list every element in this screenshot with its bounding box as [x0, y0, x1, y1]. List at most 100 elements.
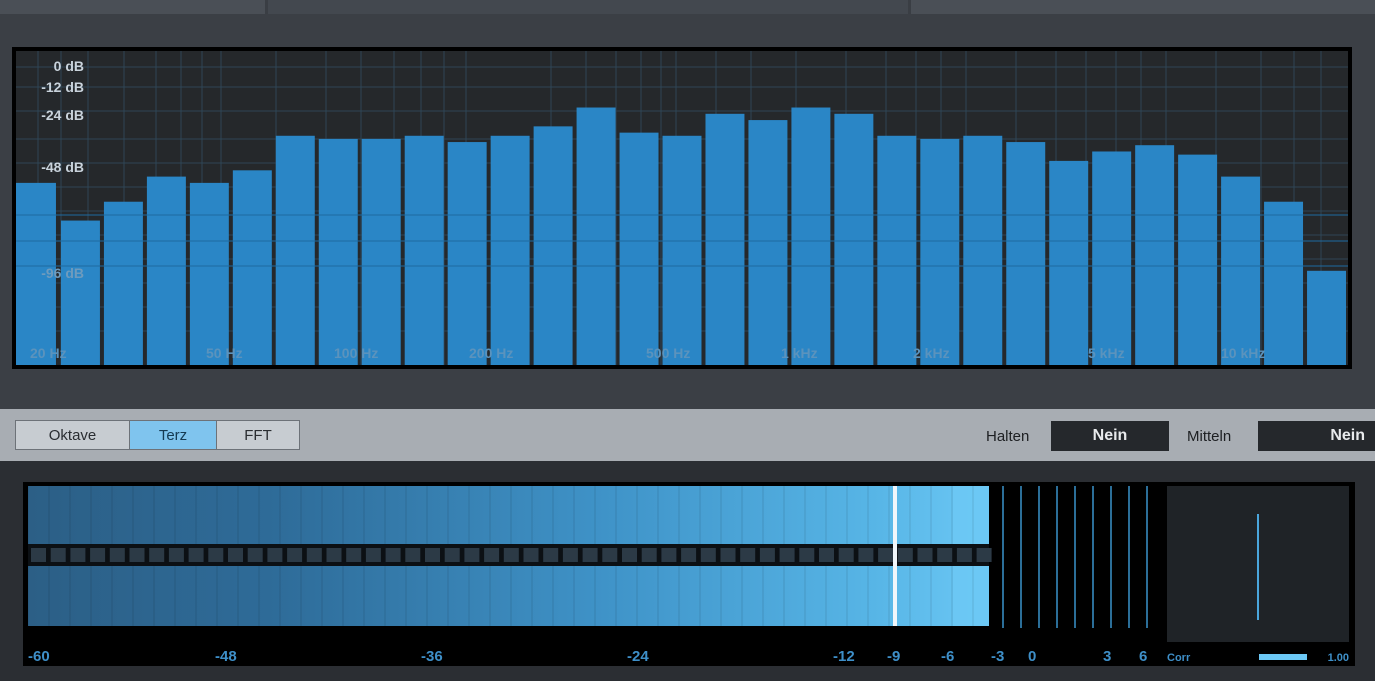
- terz-button[interactable]: Terz: [129, 420, 217, 450]
- level-meter-graph: -60 -48 -36 -24 -12 -9 -6 -3 0 3 6: [27, 486, 1148, 665]
- spectrum-bar: [791, 107, 831, 365]
- title-strip-right: [911, 0, 1375, 14]
- meter-dot: [661, 548, 677, 562]
- meter-dot: [188, 548, 204, 562]
- spectrum-bar: [576, 107, 616, 365]
- meter-dot: [267, 548, 283, 562]
- fft-button[interactable]: FFT: [216, 420, 300, 450]
- frequency-label: 1 kHz: [781, 345, 818, 361]
- spectrum-bar: [619, 132, 659, 365]
- meter-dot: [326, 548, 342, 562]
- spectrum-bar: [404, 135, 444, 365]
- analyzer-toolbar: Oktave Terz FFT Halten Nein Mitteln Nein: [0, 409, 1375, 461]
- peak-hold-marker: [893, 486, 897, 626]
- spectrum-bar: [103, 201, 143, 365]
- hold-label: Halten: [986, 428, 1030, 445]
- spectrum-bar: [1307, 270, 1346, 365]
- meter-dot: [878, 548, 894, 562]
- spectrum-bar: [1135, 145, 1175, 365]
- meter-dot: [168, 548, 184, 562]
- meter-dot: [976, 548, 992, 562]
- meter-dot: [287, 548, 303, 562]
- meter-scale-label: 3: [1103, 648, 1111, 665]
- meter-dot: [464, 548, 480, 562]
- correlation-meter: Corr 1.00: [1163, 482, 1353, 666]
- db-label: -24 dB: [41, 107, 84, 123]
- meter-dot: [759, 548, 775, 562]
- meter-dot: [700, 548, 716, 562]
- meter-dot: [425, 548, 440, 562]
- spectrum-bar: [533, 126, 573, 365]
- spectrum-bar: [662, 135, 702, 365]
- meter-dot: [562, 548, 578, 562]
- meter-dot: [208, 548, 224, 562]
- correlation-graph: Corr 1.00: [1163, 482, 1353, 666]
- meter-dot: [720, 548, 736, 562]
- meter-scale-label: -6: [941, 648, 954, 665]
- spectrum-display: 0 dB -12 dB -24 dB -48 dB -96 dB 20 Hz 50 Hz 10…: [16, 51, 1348, 365]
- meter-dot: [385, 548, 401, 562]
- meter-scale-label: -9: [887, 648, 900, 665]
- spectrum-bar: [748, 120, 788, 365]
- spectrum-bar: [361, 138, 401, 365]
- spectrum-bars: [16, 107, 1346, 365]
- spectrum-bar: [834, 113, 874, 365]
- meter-dot: [602, 548, 618, 562]
- meter-dot: [306, 548, 322, 562]
- spectrum-bar: [447, 142, 487, 365]
- meter-dot: [543, 548, 559, 562]
- correlation-value: 1.00: [1328, 652, 1349, 664]
- spectrum-bar: [490, 135, 530, 365]
- resolution-selector: Oktave Terz FFT: [15, 420, 300, 450]
- spectrum-bar: [60, 220, 100, 365]
- spectrum-bar: [232, 170, 272, 365]
- title-strip-center: [268, 0, 908, 14]
- db-label: -48 dB: [41, 159, 84, 175]
- meter-scale-label: 6: [1139, 648, 1147, 665]
- db-label: -96 dB: [41, 265, 84, 281]
- meter-dot: [346, 548, 362, 562]
- meter-dot: [50, 548, 66, 562]
- meter-dot: [799, 548, 815, 562]
- db-label: 0 dB: [54, 58, 84, 74]
- average-label: Mitteln: [1187, 428, 1232, 445]
- spectrum-bar: [1092, 151, 1132, 365]
- spectrum-bar: [318, 138, 358, 365]
- spectrum-bar: [1006, 142, 1046, 365]
- meter-dot: [444, 548, 460, 562]
- spectrum-bar: [877, 135, 917, 365]
- headroom-ticks: [1002, 486, 1148, 628]
- meter-dot: [917, 548, 933, 562]
- spectrum-bar: [920, 138, 960, 365]
- meter-dot: [838, 548, 854, 562]
- spectrum-bar: [275, 135, 315, 365]
- meter-dot: [582, 548, 598, 562]
- meter-dot: [31, 548, 46, 562]
- spectrum-graph: 0 dB -12 dB -24 dB -48 dB -96 dB 20 Hz 50 Hz 10…: [16, 51, 1348, 365]
- spectrum-bar: [189, 182, 229, 365]
- meter-dot: [129, 548, 145, 562]
- meter-dot: [484, 548, 500, 562]
- frequency-label: 20 Hz: [30, 345, 67, 361]
- level-meter: -60 -48 -36 -24 -12 -9 -6 -3 0 3 6: [23, 482, 1355, 666]
- spectrum-bar: [1264, 201, 1304, 365]
- meter-scale-label: 0: [1028, 648, 1036, 665]
- meter-dot: [956, 548, 972, 562]
- oktave-button[interactable]: Oktave: [15, 420, 130, 450]
- meter-dot: [897, 548, 913, 562]
- spectrum-bar: [705, 113, 745, 365]
- meter-scale-label: -48: [215, 648, 237, 665]
- meter-scale-label: -60: [28, 648, 50, 665]
- frequency-label: 50 Hz: [206, 345, 243, 361]
- meter-scale-label: -24: [627, 648, 649, 665]
- meter-scale-label: -36: [421, 648, 443, 665]
- spectrum-bar: [1049, 160, 1089, 365]
- frequency-label: 500 Hz: [646, 345, 690, 361]
- meter-dot: [247, 548, 263, 562]
- average-value-button[interactable]: Nein: [1258, 421, 1375, 451]
- meter-dot: [405, 548, 421, 562]
- frequency-label: 10 kHz: [1221, 345, 1265, 361]
- spectrum-bar: [1178, 154, 1218, 365]
- meter-dot: [149, 548, 165, 562]
- hold-value-button[interactable]: Nein: [1051, 421, 1169, 451]
